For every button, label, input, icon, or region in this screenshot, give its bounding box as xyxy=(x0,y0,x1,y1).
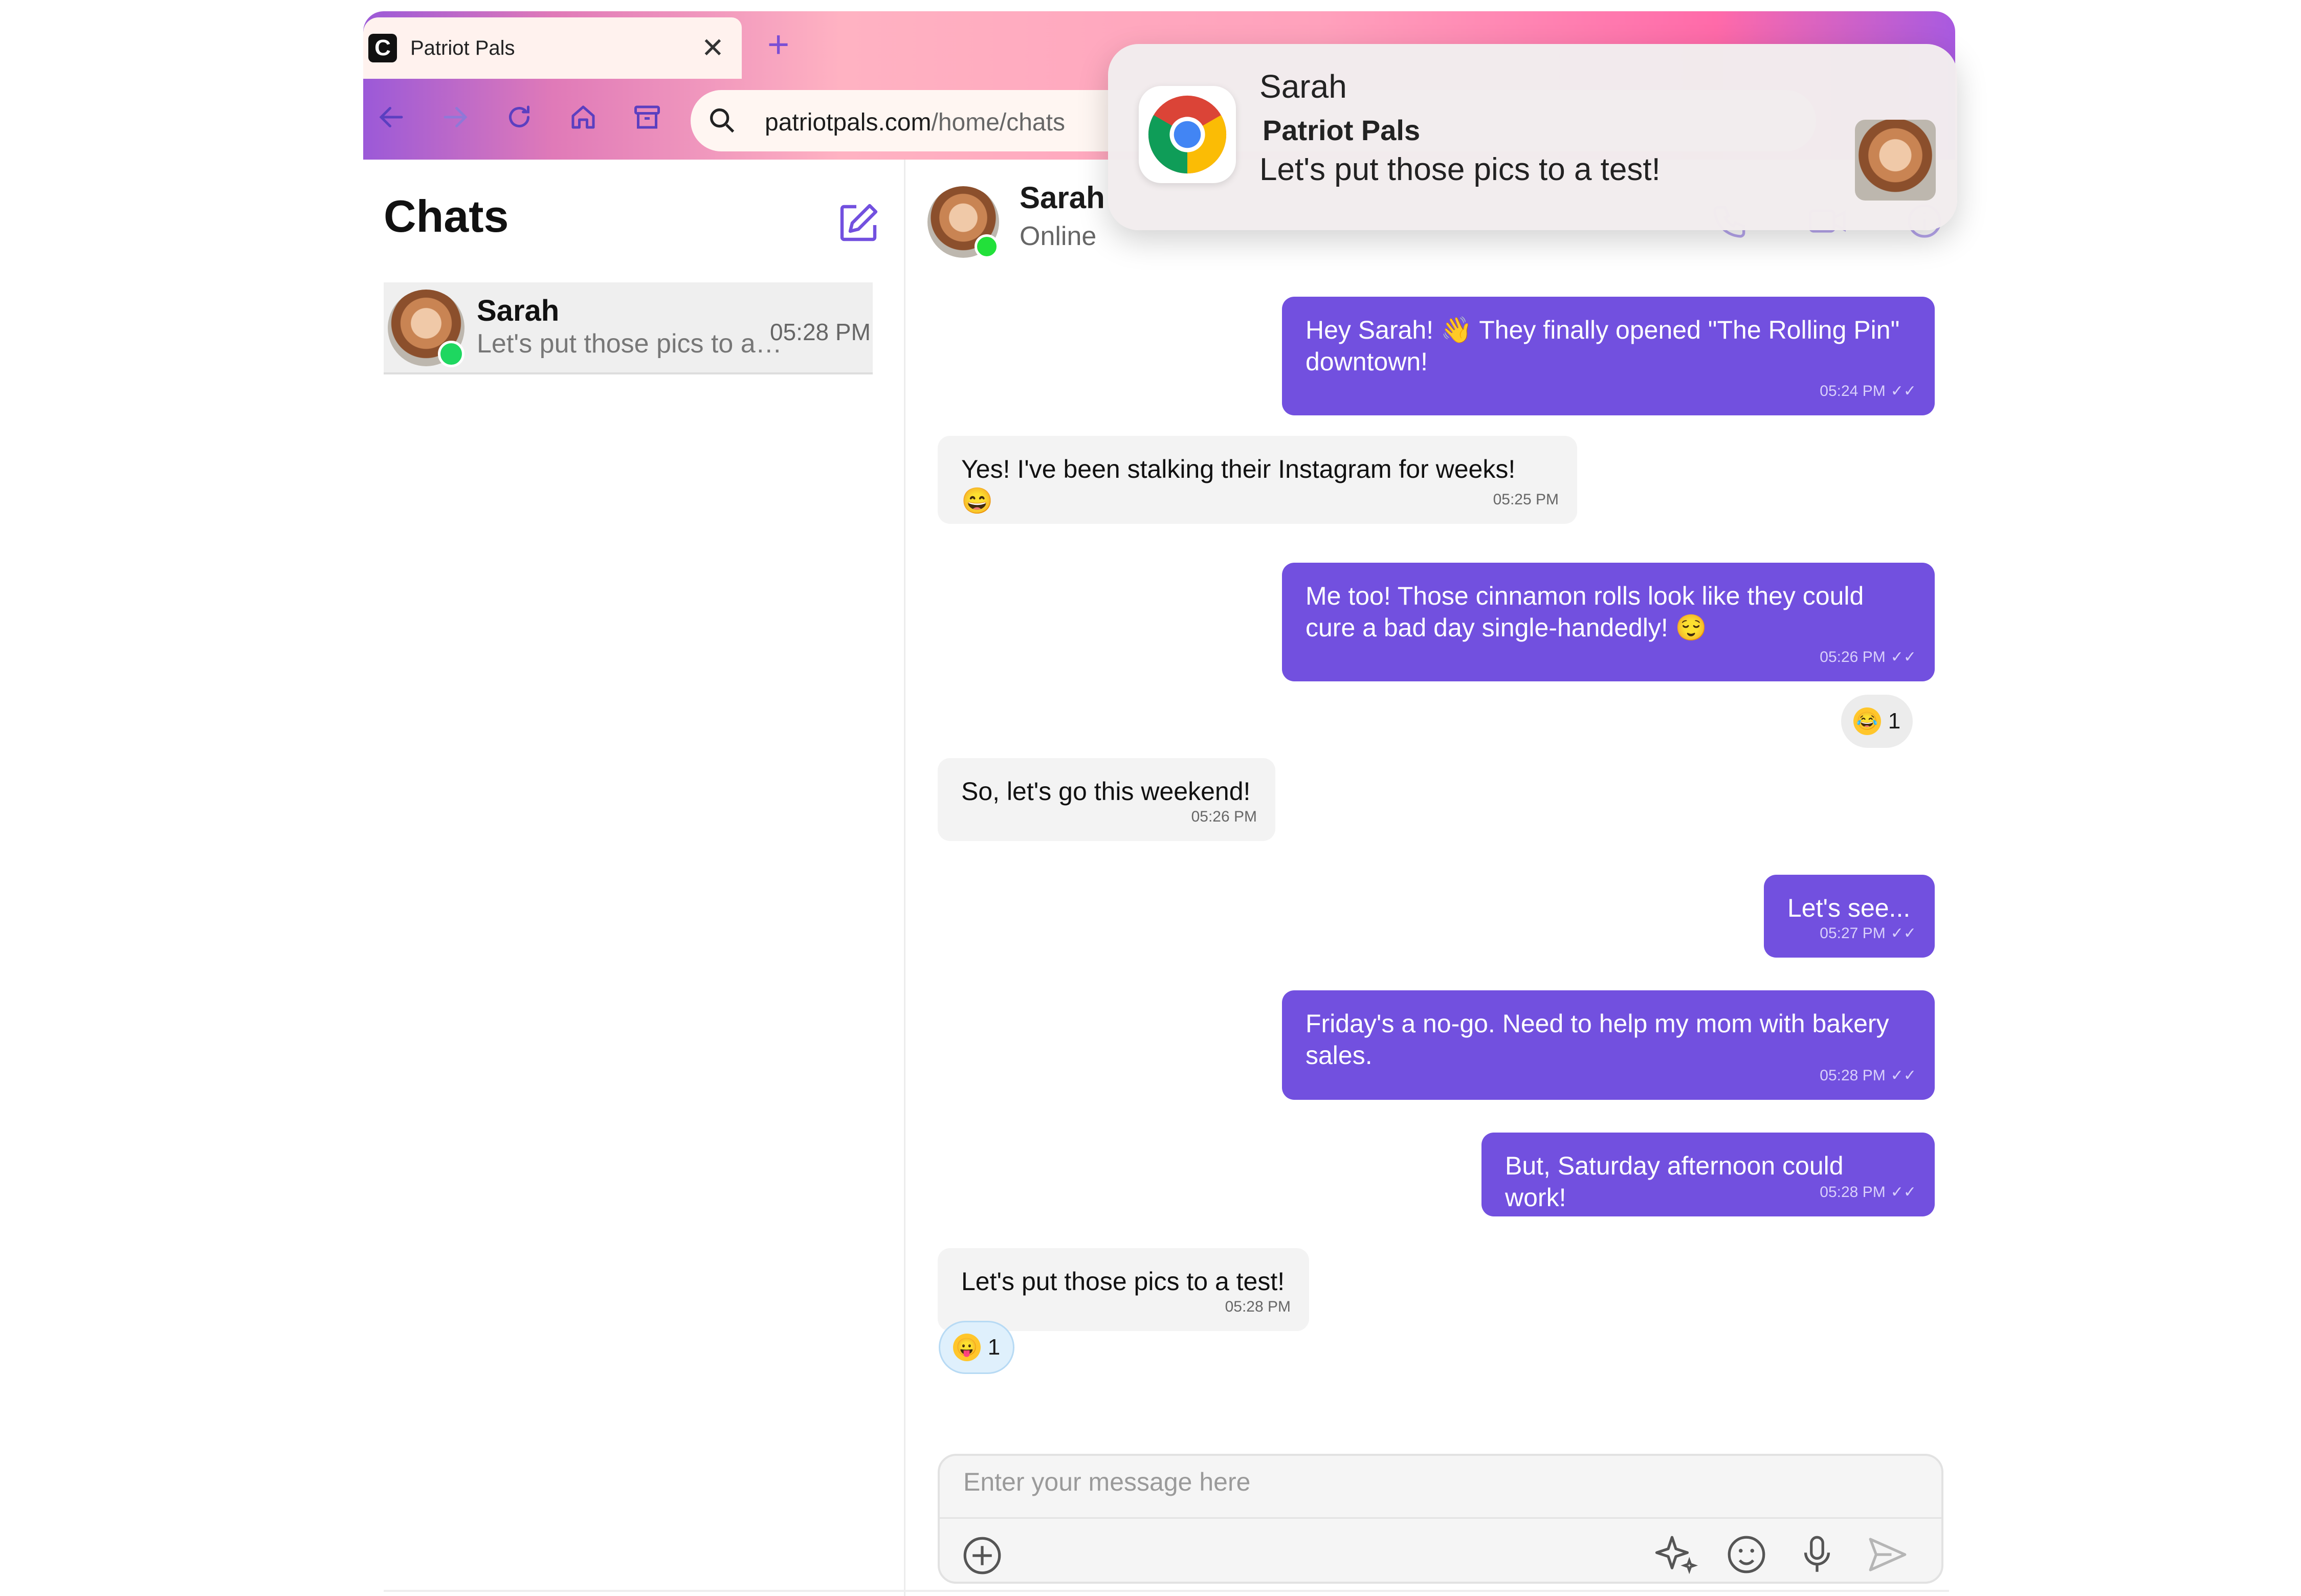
contact-status: Online xyxy=(1020,221,1097,251)
compose-icon[interactable] xyxy=(834,198,883,250)
message-time: 05:24 PM xyxy=(1820,382,1886,400)
send-icon[interactable] xyxy=(1865,1532,1911,1578)
message-meta: 05:26 PM ✓✓ xyxy=(1820,648,1916,666)
message-text: So, let's go this weekend! xyxy=(961,777,1251,806)
new-tab-button[interactable]: + xyxy=(767,26,789,63)
browser-tab[interactable]: C Patriot Pals ✕ xyxy=(363,17,742,79)
message-text: Let's see... xyxy=(1787,894,1911,922)
double-check-icon: ✓✓ xyxy=(1890,383,1916,400)
reaction-emoji: 😂 xyxy=(1853,707,1881,735)
chat-preview: Let's put those pics to a test! xyxy=(477,329,789,359)
reload-icon[interactable] xyxy=(501,99,537,135)
message-outgoing[interactable]: But, Saturday afternoon could work! 05:2… xyxy=(1481,1133,1935,1216)
chat-name: Sarah xyxy=(477,294,560,327)
notification-app-name: Patriot Pals xyxy=(1263,114,1421,146)
message-text: But, Saturday afternoon could work! xyxy=(1505,1151,1844,1212)
url-text: patriotpals.com/home/chats xyxy=(765,108,1065,137)
reaction-count: 1 xyxy=(987,1335,1001,1360)
message-outgoing[interactable]: Hey Sarah! 👋 They finally opened "The Ro… xyxy=(1282,297,1935,415)
message-meta: 05:28 PM xyxy=(1225,1298,1291,1316)
message-meta: 05:27 PM ✓✓ xyxy=(1820,924,1916,942)
composer-divider xyxy=(940,1517,1941,1519)
message-text: Let's put those pics to a test! xyxy=(961,1267,1285,1296)
archive-icon[interactable] xyxy=(629,99,665,135)
bottom-divider xyxy=(384,1590,1949,1592)
message-composer: Enter your message here xyxy=(938,1454,1943,1584)
tab-title: Patriot Pals xyxy=(410,36,515,59)
message-input[interactable]: Enter your message here xyxy=(963,1467,1250,1497)
message-time: 05:26 PM xyxy=(1820,648,1886,666)
reaction-badge[interactable]: 😂 1 xyxy=(1841,695,1913,748)
microphone-icon[interactable] xyxy=(1794,1532,1840,1578)
ai-sparkle-icon[interactable] xyxy=(1653,1532,1699,1578)
emoji-icon[interactable] xyxy=(1723,1532,1769,1578)
message-time: 05:28 PM xyxy=(1820,1183,1886,1201)
double-check-icon: ✓✓ xyxy=(1890,925,1916,942)
message-time: 05:27 PM xyxy=(1820,924,1886,942)
message-text: Me too! Those cinnamon rolls look like t… xyxy=(1306,582,1864,642)
chat-time: 05:28 PM xyxy=(770,319,871,345)
reaction-badge[interactable]: 😛 1 xyxy=(939,1321,1014,1374)
message-incoming[interactable]: Yes! I've been stalking their Instagram … xyxy=(938,436,1577,524)
message-time: 05:28 PM xyxy=(1820,1067,1886,1084)
message-time: 05:28 PM xyxy=(1225,1298,1291,1315)
home-icon[interactable] xyxy=(565,99,601,135)
online-indicator xyxy=(975,234,999,259)
message-incoming[interactable]: So, let's go this weekend! 05:26 PM xyxy=(938,758,1275,841)
double-check-icon: ✓✓ xyxy=(1890,1184,1916,1201)
double-check-icon: ✓✓ xyxy=(1890,649,1916,666)
site-favicon-icon: C xyxy=(368,34,397,62)
message-meta: 05:25 PM xyxy=(1493,491,1559,508)
message-outgoing[interactable]: Let's see... 05:27 PM ✓✓ xyxy=(1764,875,1935,958)
chrome-icon xyxy=(1139,86,1236,183)
message-time: 05:26 PM xyxy=(1191,808,1257,825)
conversation-pane: Sarah Online Hey Sarah! 👋 They finally o… xyxy=(907,160,1955,1596)
notification-body: Let's put those pics to a test! xyxy=(1259,152,1661,187)
message-text: Hey Sarah! 👋 They finally opened "The Ro… xyxy=(1306,316,1900,376)
search-icon xyxy=(706,104,739,140)
forward-arrow-icon[interactable] xyxy=(437,99,473,135)
back-arrow-icon[interactable] xyxy=(373,99,409,135)
message-meta: 05:28 PM ✓✓ xyxy=(1820,1067,1916,1084)
reaction-emoji: 😛 xyxy=(953,1334,981,1361)
chat-app: Chats Sarah Let's put those pics to a te… xyxy=(363,160,1955,1596)
attach-plus-icon[interactable] xyxy=(959,1533,1005,1581)
notification-toast[interactable]: Sarah Patriot Pals Let's put those pics … xyxy=(1108,44,1957,230)
chats-heading: Chats xyxy=(384,191,509,241)
tab-close-icon[interactable]: ✕ xyxy=(701,32,724,64)
url-domain: patriotpals.com xyxy=(765,109,932,136)
message-meta: 05:28 PM ✓✓ xyxy=(1820,1183,1916,1201)
notification-title: Sarah xyxy=(1259,68,1347,105)
double-check-icon: ✓✓ xyxy=(1890,1067,1916,1084)
message-text: Yes! I've been stalking their Instagram … xyxy=(961,455,1516,515)
reaction-count: 1 xyxy=(1888,708,1901,734)
message-time: 05:25 PM xyxy=(1493,491,1559,508)
chats-sidebar: Chats Sarah Let's put those pics to a te… xyxy=(363,160,905,1596)
message-incoming[interactable]: Let's put those pics to a test! 05:28 PM xyxy=(938,1248,1309,1331)
message-text: Friday's a no-go. Need to help my mom wi… xyxy=(1306,1009,1889,1070)
message-outgoing[interactable]: Me too! Those cinnamon rolls look like t… xyxy=(1282,563,1935,681)
url-path: /home/chats xyxy=(931,109,1065,136)
message-meta: 05:24 PM ✓✓ xyxy=(1820,382,1916,400)
composer-tools xyxy=(1653,1532,1911,1578)
message-meta: 05:26 PM xyxy=(1191,808,1257,826)
browser-window: C Patriot Pals ✕ + patriotpals.com/home/… xyxy=(363,11,1955,1596)
online-indicator xyxy=(438,341,464,367)
message-outgoing[interactable]: Friday's a no-go. Need to help my mom wi… xyxy=(1282,990,1935,1100)
contact-name: Sarah xyxy=(1020,181,1105,215)
notification-avatar xyxy=(1855,120,1936,201)
chat-list-item-sarah[interactable]: Sarah Let's put those pics to a test! 05… xyxy=(384,282,873,374)
